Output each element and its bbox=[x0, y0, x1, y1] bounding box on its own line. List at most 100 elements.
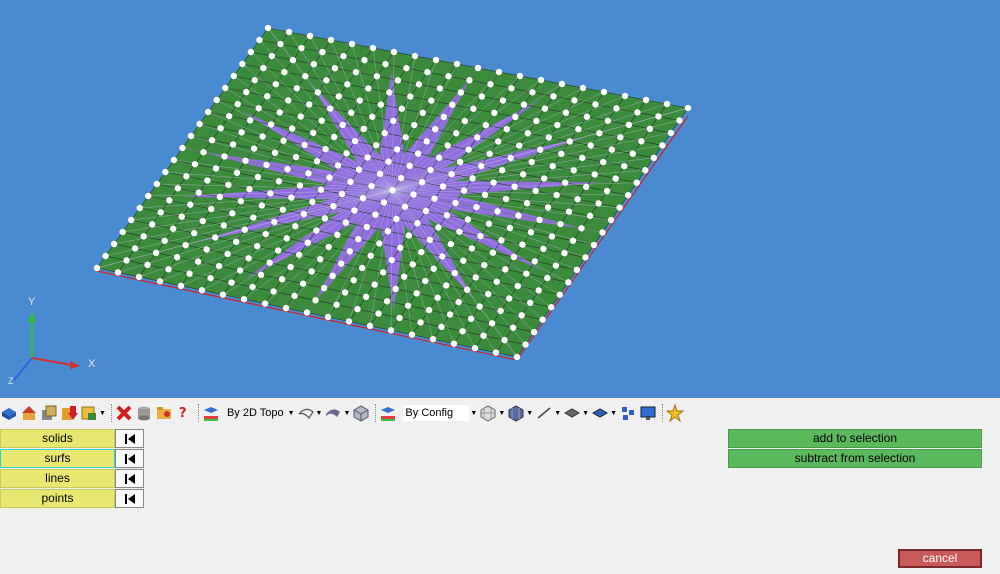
mesh-node bbox=[333, 301, 340, 308]
mesh-node bbox=[539, 316, 546, 323]
cancel-button[interactable]: cancel bbox=[898, 549, 982, 568]
mesh-node bbox=[376, 240, 383, 247]
blue-plane-icon[interactable]: ▼ bbox=[591, 402, 617, 424]
mesh-node bbox=[267, 121, 275, 128]
mesh-node bbox=[554, 121, 561, 129]
mesh-node bbox=[203, 246, 210, 253]
mesh-node bbox=[187, 132, 195, 140]
surfs-button[interactable]: surfs bbox=[0, 449, 115, 468]
mesh-node bbox=[387, 327, 395, 334]
mesh-node bbox=[474, 64, 482, 72]
svg-text:?: ? bbox=[179, 406, 187, 421]
solid-icon[interactable] bbox=[0, 402, 18, 424]
question-icon[interactable]: ? bbox=[175, 402, 193, 424]
mesh-node bbox=[407, 93, 414, 100]
mesh-node bbox=[281, 68, 288, 76]
add-to-selection-button[interactable]: add to selection bbox=[728, 429, 982, 448]
mesh-node bbox=[173, 254, 181, 261]
mesh-node bbox=[476, 303, 483, 310]
delete-icon[interactable] bbox=[115, 402, 133, 424]
mesh-node bbox=[495, 138, 502, 145]
lines-button[interactable]: lines bbox=[0, 469, 115, 488]
entity-row-points: points bbox=[0, 489, 144, 508]
mesh-node bbox=[287, 263, 294, 271]
topology-select[interactable]: By 2D Topo ▼ bbox=[222, 403, 297, 423]
mesh-node bbox=[449, 101, 456, 108]
mesh-node bbox=[616, 204, 623, 211]
points-button[interactable]: points bbox=[0, 489, 115, 508]
mesh-node bbox=[495, 68, 503, 76]
monitor-icon[interactable] bbox=[639, 402, 657, 424]
mesh-node bbox=[170, 156, 178, 164]
mesh-node bbox=[267, 190, 274, 197]
mesh-node bbox=[245, 255, 252, 262]
mesh-node bbox=[596, 129, 603, 137]
mesh-node bbox=[377, 101, 384, 108]
mesh-node bbox=[410, 191, 417, 198]
reverse-button[interactable] bbox=[115, 469, 144, 488]
reverse-button[interactable] bbox=[115, 429, 144, 448]
graphics-viewport[interactable]: Y X Z bbox=[0, 0, 1000, 398]
mesh-node bbox=[453, 130, 460, 137]
mesh-node bbox=[260, 64, 267, 72]
mesh-node bbox=[566, 138, 573, 145]
mesh-node bbox=[604, 117, 612, 124]
mesh-node bbox=[249, 283, 256, 291]
mesh-node bbox=[364, 154, 371, 161]
mesh-node bbox=[401, 203, 409, 210]
mesh-node bbox=[297, 113, 304, 120]
mesh-node bbox=[153, 180, 161, 188]
mesh-node bbox=[200, 149, 207, 156]
surface-icon[interactable]: ▼ bbox=[297, 402, 322, 424]
cube-icon[interactable] bbox=[352, 402, 370, 424]
subtract-from-selection-button[interactable]: subtract from selection bbox=[728, 449, 982, 468]
mesh-node bbox=[506, 295, 513, 302]
mesh-node bbox=[537, 146, 544, 153]
mesh-node bbox=[256, 36, 263, 44]
mesh-cube-icon[interactable]: ▼ bbox=[479, 402, 505, 424]
folder-icon[interactable] bbox=[155, 402, 173, 424]
mesh-node bbox=[289, 56, 297, 64]
star-icon[interactable] bbox=[666, 402, 685, 424]
mesh-node bbox=[372, 142, 380, 149]
mesh-node bbox=[557, 220, 564, 228]
mesh-node bbox=[367, 252, 374, 259]
mesh-node bbox=[472, 274, 479, 281]
mesh-node bbox=[425, 306, 433, 314]
mesh-node bbox=[250, 145, 258, 152]
solids-button[interactable]: solids bbox=[0, 429, 115, 448]
plane-icon[interactable]: ▼ bbox=[563, 402, 589, 424]
mesh-node bbox=[213, 96, 220, 104]
mesh-node bbox=[251, 76, 258, 84]
mesh-node bbox=[313, 158, 321, 165]
line-icon[interactable]: ▼ bbox=[535, 402, 561, 424]
mesh-node bbox=[508, 85, 515, 92]
mesh-node bbox=[195, 189, 203, 196]
cylinder-icon[interactable] bbox=[135, 402, 153, 424]
mesh-node bbox=[373, 73, 381, 80]
mesh-node bbox=[284, 165, 291, 173]
reverse-button[interactable] bbox=[115, 449, 144, 468]
mesh-plate[interactable] bbox=[0, 0, 1000, 398]
solid-cube-icon[interactable]: ▼ bbox=[507, 402, 533, 424]
box-stack-icon[interactable] bbox=[40, 402, 58, 424]
house-icon[interactable] bbox=[20, 402, 38, 424]
mesh-node bbox=[485, 220, 493, 227]
mesh-node bbox=[191, 229, 198, 237]
shaded-surface-icon[interactable]: ▼ bbox=[324, 402, 350, 424]
mesh-node bbox=[471, 344, 479, 352]
mesh-node bbox=[344, 81, 351, 88]
mesh-node bbox=[617, 134, 624, 141]
reverse-button[interactable] bbox=[115, 489, 144, 508]
mesh-node bbox=[451, 269, 458, 277]
mesh-node bbox=[485, 290, 492, 298]
nodes-icon[interactable] bbox=[619, 402, 637, 424]
red-down-arrow-icon[interactable] bbox=[60, 402, 78, 424]
mesh-node bbox=[204, 108, 212, 116]
mesh-node bbox=[530, 328, 538, 336]
config-select[interactable]: By Config ▼ bbox=[399, 403, 479, 423]
mesh-node bbox=[444, 142, 451, 149]
yellow-box-icon[interactable]: ▼ bbox=[80, 402, 106, 424]
mesh-node bbox=[318, 117, 325, 124]
mesh-node bbox=[177, 282, 185, 289]
